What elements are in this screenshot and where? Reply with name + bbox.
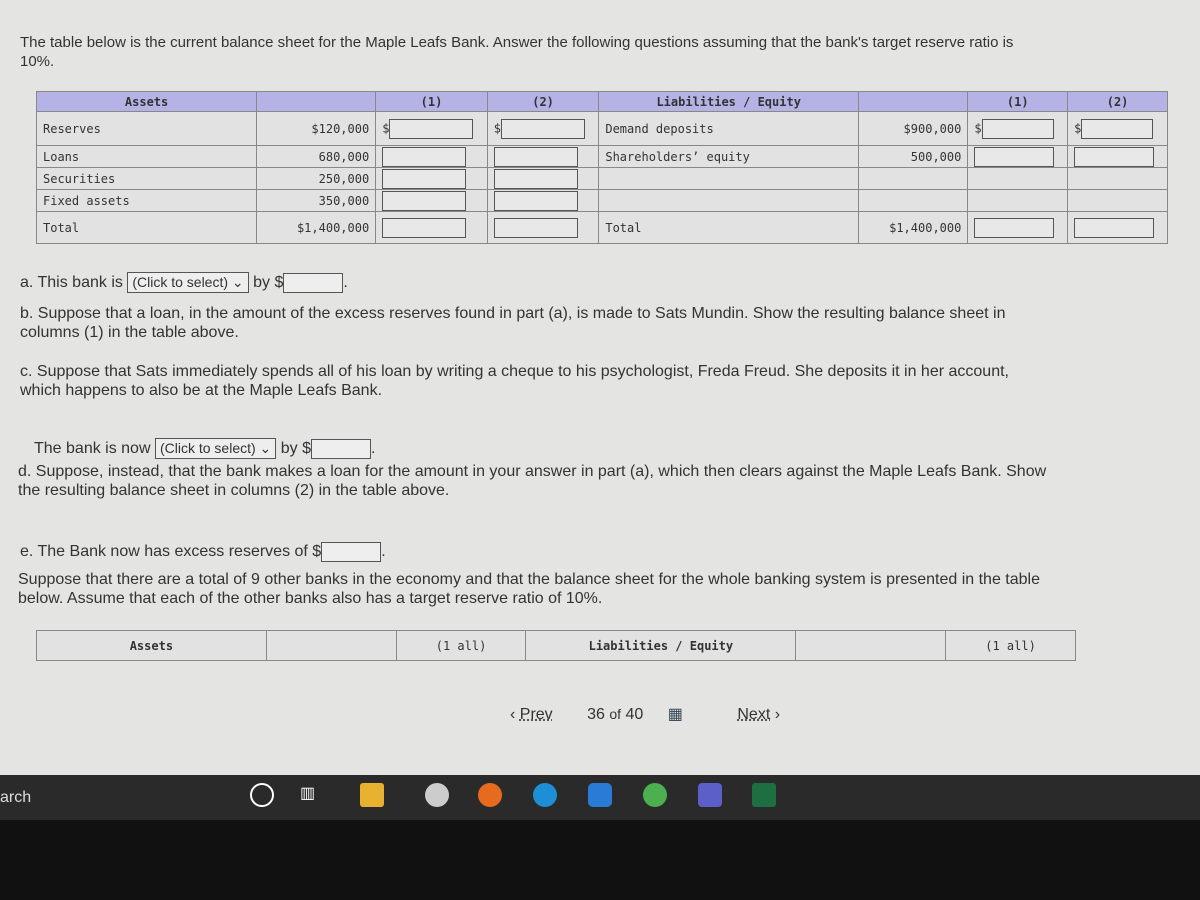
question-e: e. The Bank now has excess reserves of $… <box>20 542 386 562</box>
asset-value: 250,000 <box>256 167 377 190</box>
select-label: (Click to select) <box>159 440 256 456</box>
page-total: 40 <box>625 706 644 723</box>
reserves-col2-input[interactable] <box>501 118 586 139</box>
qe-amount-input[interactable] <box>321 542 382 562</box>
fixed-col1-input[interactable] <box>382 190 467 211</box>
pagination: ‹ Prev 36 of 40 ▦ Next › <box>510 704 780 724</box>
liab-total-col2-input[interactable] <box>1074 217 1155 238</box>
loans-col2-input[interactable] <box>493 146 578 167</box>
qe-text: e. The Bank now has excess reserves of $ <box>20 543 322 561</box>
question-page: The table below is the current balance s… <box>0 0 1200 775</box>
deposits-col1-input[interactable] <box>981 118 1054 139</box>
dollar-sign: $ <box>974 121 982 135</box>
grid-icon[interactable]: ▦ <box>668 706 683 723</box>
teams-icon[interactable] <box>698 783 722 807</box>
chrome-icon[interactable] <box>643 783 667 807</box>
asset-label: Loans <box>35 145 258 168</box>
qc2-amount-input[interactable] <box>310 438 371 459</box>
system-table: Assets (1 all) Liabilities / Equity (1 a… <box>36 630 1076 661</box>
firefox-icon[interactable] <box>478 783 502 807</box>
qa-select[interactable]: (Click to select) ⌄ <box>127 272 249 293</box>
qc2-select[interactable]: (Click to select) ⌄ <box>154 438 277 459</box>
asset-label: Securities <box>35 167 258 190</box>
dollar-sign: $ <box>1074 121 1082 135</box>
file-explorer-icon[interactable] <box>360 783 384 807</box>
deposits-col2-input[interactable] <box>1081 118 1154 139</box>
dollar-sign: $ <box>493 121 502 135</box>
col2-header: (2) <box>486 91 600 112</box>
securities-col2-input[interactable] <box>493 168 578 189</box>
assets-total-value: $1,400,000 <box>256 211 377 244</box>
system-text: Suppose that there are a total of 9 othe… <box>18 571 1040 607</box>
liab-total-value: $1,400,000 <box>858 211 969 244</box>
assets-total-col2-input[interactable] <box>493 217 578 238</box>
chevron-right-icon: › <box>770 706 781 723</box>
page-of: of <box>609 706 622 722</box>
liability-label: Demand deposits <box>598 111 860 146</box>
taskbar: arch ▥ <box>0 775 1200 820</box>
qc2-by: by $ <box>280 440 311 457</box>
col1-header: (1) <box>375 91 488 112</box>
equity-col2-input[interactable] <box>1074 146 1155 167</box>
page-number: 36 <box>587 706 605 723</box>
fixed-col2-input[interactable] <box>493 190 578 211</box>
search-box[interactable]: arch <box>0 789 31 807</box>
qa-by: by $ <box>253 274 284 291</box>
reserves-col1-input[interactable] <box>389 118 474 139</box>
assets-total-label: Total <box>35 211 258 244</box>
liability-value: $900,000 <box>858 111 969 146</box>
select-label: (Click to select) <box>132 274 229 290</box>
zoom-icon[interactable] <box>588 783 612 807</box>
prev-label: Prev <box>519 706 553 723</box>
question-c: c. Suppose that Sats immediately spends … <box>20 363 1009 399</box>
cortana-icon[interactable] <box>250 783 274 807</box>
intro-text: The table below is the current balance s… <box>20 34 1014 70</box>
qa-amount-input[interactable] <box>283 272 344 293</box>
next-button[interactable]: Next › <box>737 706 780 723</box>
task-view-icon[interactable]: ▥ <box>300 783 324 807</box>
edge-icon[interactable] <box>533 783 557 807</box>
liability-value: 500,000 <box>858 145 969 168</box>
question-c2: The bank is now (Click to select) ⌄ by $… <box>34 438 376 459</box>
question-b: b. Suppose that a loan, in the amount of… <box>20 305 1006 341</box>
question-a: a. This bank is (Click to select) ⌄ by $… <box>20 272 348 293</box>
col-header: (1 all) <box>945 630 1076 661</box>
liabilities-header: Liabilities / Equity <box>525 630 797 661</box>
question-d: d. Suppose, instead, that the bank makes… <box>18 463 1047 499</box>
loans-col1-input[interactable] <box>382 146 467 167</box>
col2-header: (2) <box>1067 91 1168 112</box>
qc2-text: The bank is now <box>34 440 151 457</box>
chevron-left-icon: ‹ <box>510 706 520 723</box>
asset-value: $120,000 <box>256 111 377 146</box>
securities-col1-input[interactable] <box>382 168 467 189</box>
assets-header: Assets <box>36 630 267 661</box>
asset-value: 680,000 <box>256 145 377 168</box>
asset-value: 350,000 <box>256 189 377 212</box>
assets-total-col1-input[interactable] <box>382 217 467 238</box>
excel-icon[interactable] <box>752 783 776 807</box>
prev-button[interactable]: ‹ Prev <box>510 706 553 723</box>
liab-total-col1-input[interactable] <box>974 217 1055 238</box>
app-icon[interactable] <box>425 783 449 807</box>
balance-sheet-table: Assets (1) (2) Liabilities / Equity (1) … <box>35 91 1168 244</box>
equity-col1-input[interactable] <box>974 146 1055 167</box>
asset-label: Reserves <box>35 111 258 146</box>
dollar-sign: $ <box>382 121 390 135</box>
liab-total-label: Total <box>598 211 860 244</box>
qa-text: a. This bank is <box>20 274 123 291</box>
assets-header: Assets <box>35 91 258 112</box>
next-label: Next <box>737 706 771 723</box>
liabilities-header: Liabilities / Equity <box>598 91 860 112</box>
asset-label: Fixed assets <box>35 189 258 212</box>
liability-label: Shareholders’ equity <box>598 145 860 168</box>
col1-header: (1) <box>967 91 1069 112</box>
col-header: (1 all) <box>395 630 527 661</box>
